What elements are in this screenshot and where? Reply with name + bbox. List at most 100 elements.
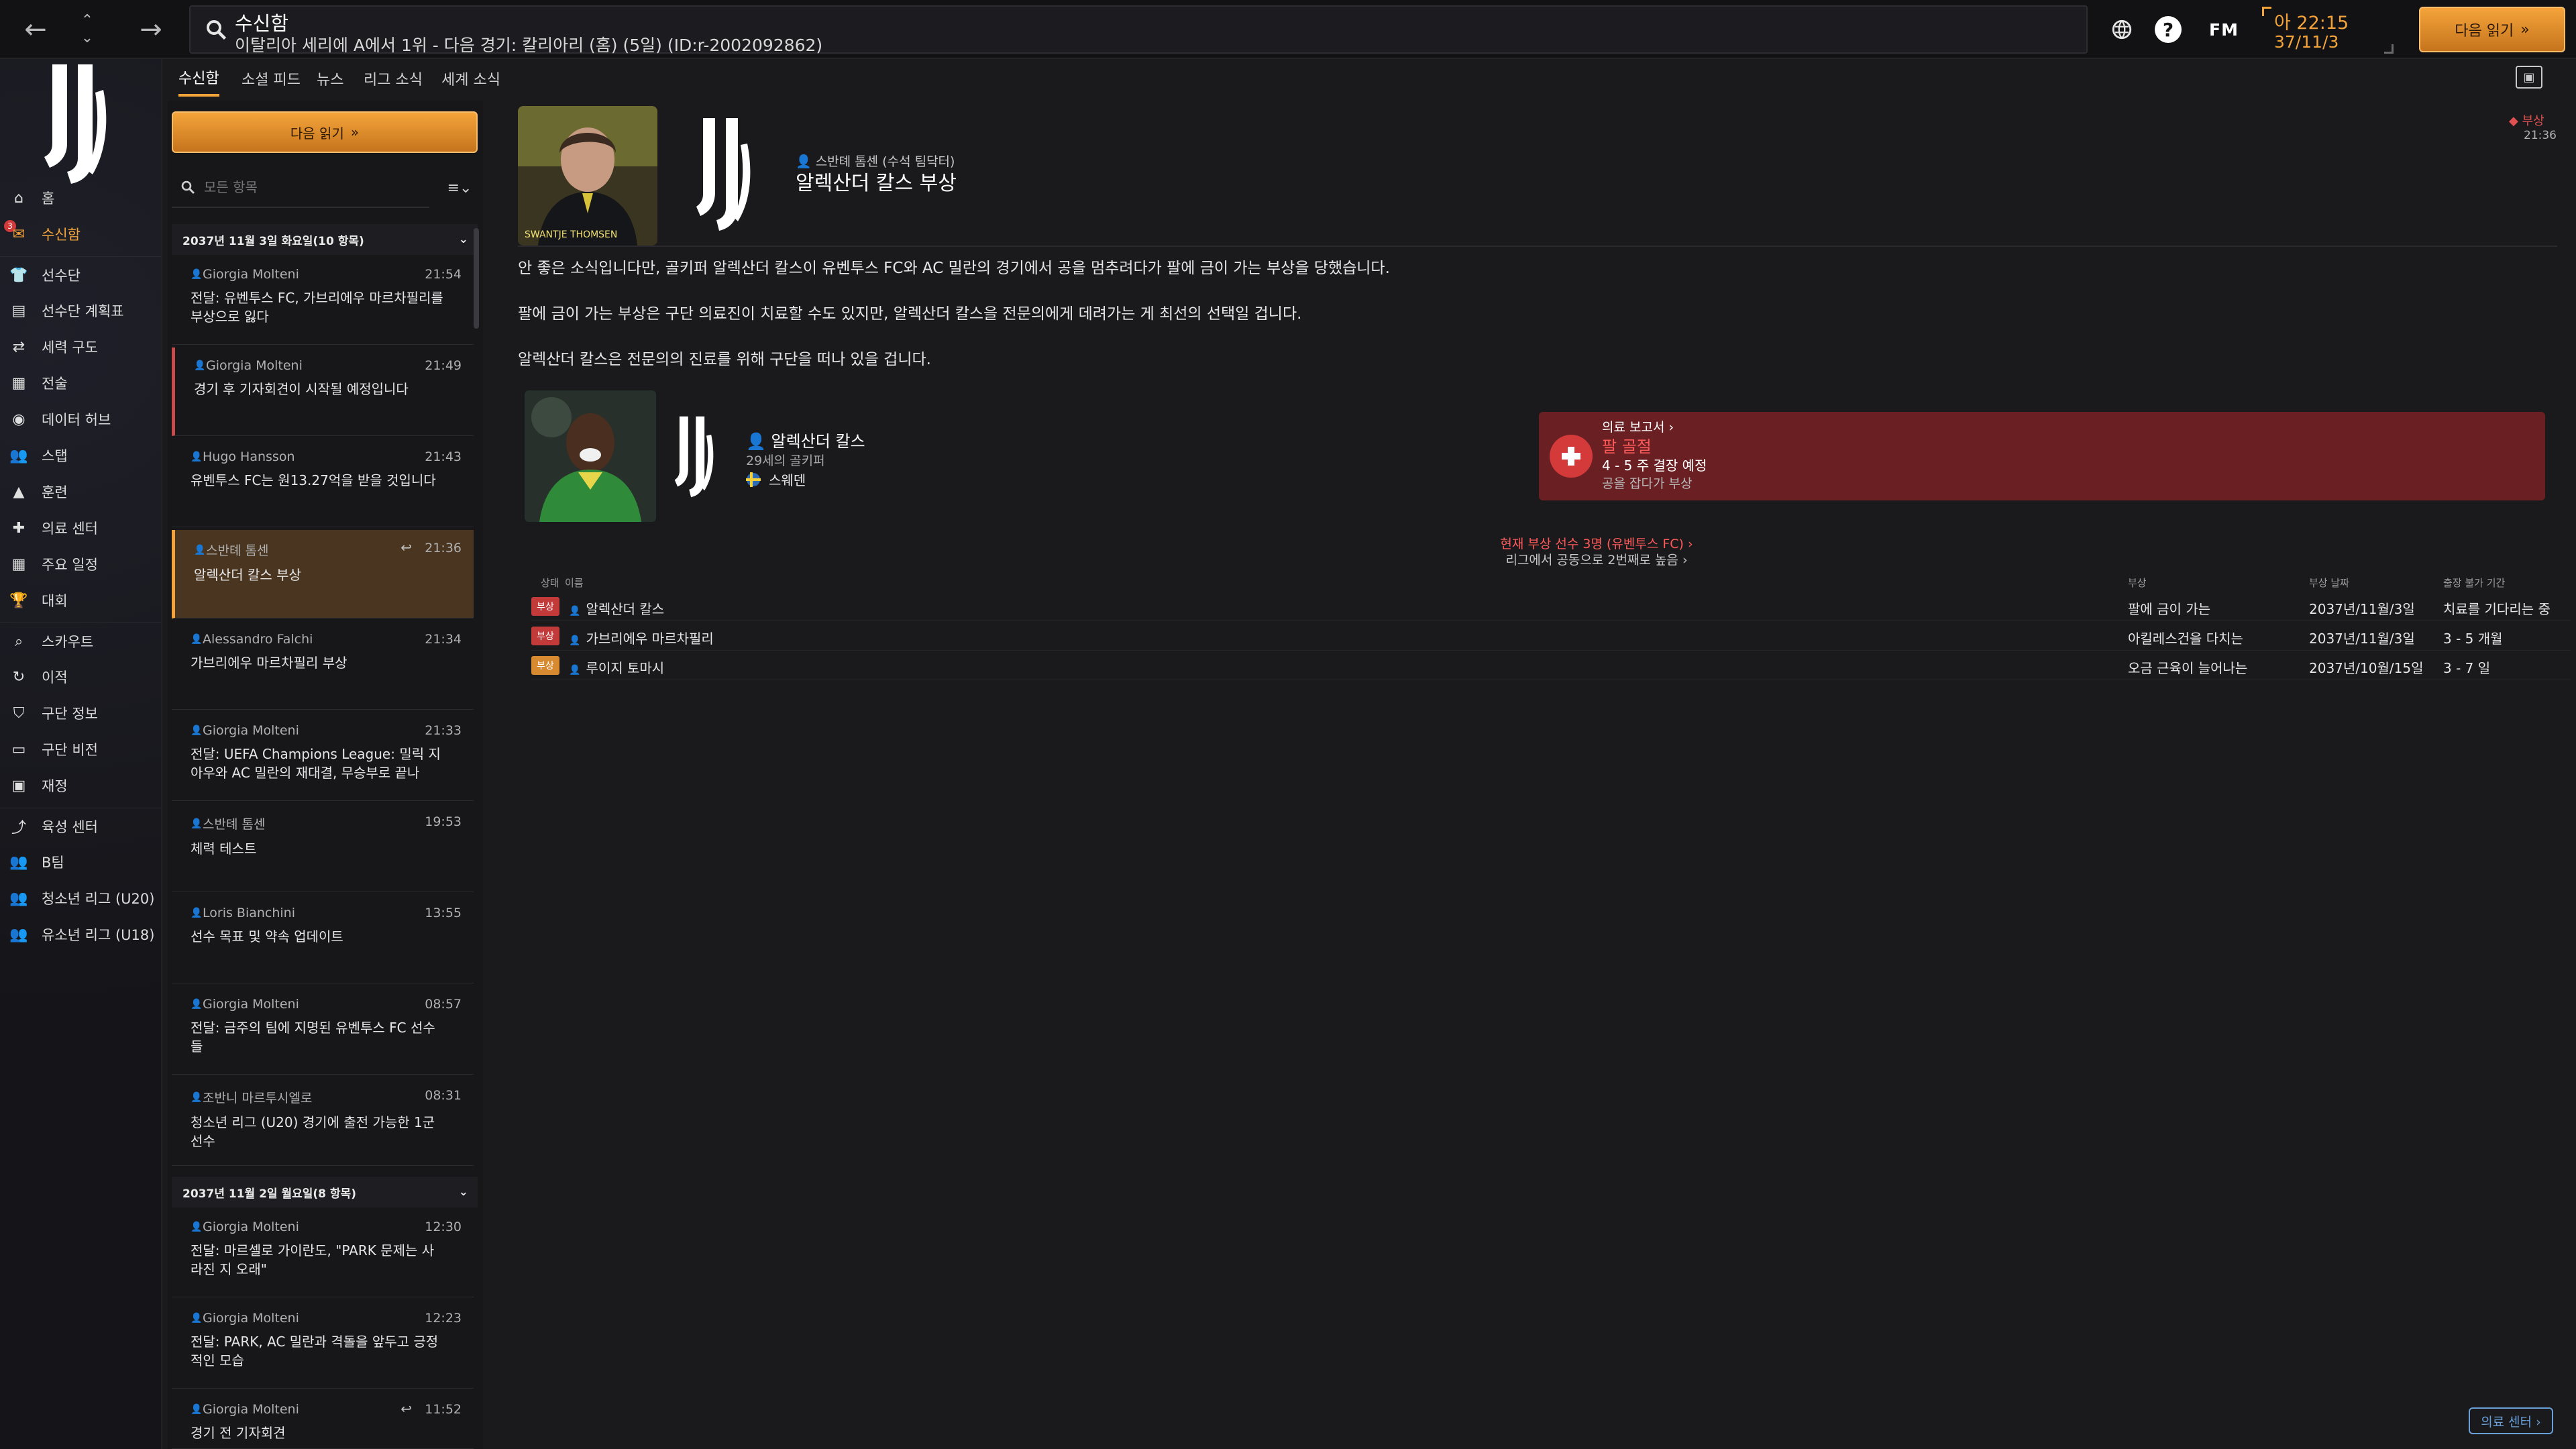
message-subject: 유벤투스 FC는 원13.27억을 받을 것입니다 (191, 472, 436, 488)
sidebar-item-training[interactable]: ▲ 훈련 (0, 474, 161, 510)
layout-view-icon[interactable]: ▣ (2516, 66, 2542, 89)
tab-world-news[interactable]: 세계 소식 (441, 60, 500, 97)
injury-note: 공을 잡다가 부상 (1602, 476, 1693, 491)
sidebar-item-data-hub[interactable]: ◉ 데이터 허브 (0, 401, 161, 437)
sidebar-item-tactics[interactable]: ▦ 전술 (0, 365, 161, 401)
league-rank-link[interactable]: 리그에서 공동으로 2번째로 높음 › (1167, 550, 2026, 568)
list-item[interactable]: 👤 Giorgia Molteni ↩ 11:52 경기 전 기자회견 (172, 1391, 474, 1449)
tab-league-news[interactable]: 리그 소식 (364, 60, 423, 97)
inbox-tabs: 수신함 소셜 피드 뉴스 리그 소식 세계 소식 (168, 60, 2576, 97)
list-item-selected[interactable]: 👤 스반톄 톰센 ↩ 21:36 알렉산더 칼스 부상 (172, 530, 474, 619)
message-sender: Giorgia Molteni (203, 723, 299, 738)
medical-center-button[interactable]: 의료 센터 › (2469, 1407, 2553, 1434)
double-chevron-icon: » (2520, 21, 2530, 38)
sidebar-item-competitions[interactable]: 🏆 대회 (0, 582, 161, 619)
message-time: 19:53 (425, 814, 462, 829)
club-logo[interactable] (671, 413, 729, 500)
sidebar-item-medical[interactable]: ✚ 의료 센터 (0, 510, 161, 546)
sidebar-item-u18[interactable]: 👥 유소년 리그 (U18) (0, 916, 161, 953)
player-name-link[interactable]: 👤 알렉산더 칼스 (746, 428, 865, 451)
column-header-injury[interactable]: 부상 (2128, 576, 2147, 590)
inbox-search-input[interactable] (204, 179, 419, 195)
sidebar-item-squad-planner[interactable]: ▤ 선수단 계획표 (0, 292, 161, 329)
sidebar-item-development[interactable]: ⤴ 육성 센터 (0, 808, 161, 844)
continue-button[interactable]: 다음 읽기 » (2419, 7, 2565, 52)
message-subject: 전달: 마르셀로 가이란도, "PARK 문제는 사라진 지 오래" (191, 1242, 435, 1277)
list-item[interactable]: 👤 스반톄 톰센 19:53 체력 테스트 (172, 804, 474, 892)
date-cell: 2037년/11월/3일 (2309, 601, 2415, 617)
list-item[interactable]: 👤 Giorgia Molteni 08:57 전달: 금주의 팀에 지명된 유벤… (172, 986, 474, 1075)
player-nation[interactable]: 스웨덴 (746, 470, 806, 489)
message-subject: 체력 테스트 (191, 841, 257, 857)
list-scrollbar[interactable] (474, 228, 479, 329)
tab-social-feed[interactable]: 소셜 피드 (241, 60, 301, 97)
injury-cell: 아킬레스건을 다치는 (2128, 631, 2243, 647)
list-item[interactable]: 👤 Hugo Hansson 21:43 유벤투스 FC는 원13.27억을 받을… (172, 439, 474, 527)
person-icon: 👤 (191, 1404, 203, 1415)
sidebar-item-finances[interactable]: ▣ 재정 (0, 767, 161, 804)
sidebar-item-dynamics[interactable]: ⇄ 세력 구도 (0, 329, 161, 365)
tab-news[interactable]: 뉴스 (317, 60, 343, 97)
help-icon[interactable]: ? (2155, 16, 2182, 43)
sidebar-item-club-info[interactable]: ⛉ 구단 정보 (0, 695, 161, 731)
up-down-chevron-icon[interactable]: ⌃ ⌄ (70, 0, 104, 59)
medical-cross-icon (1550, 435, 1593, 478)
list-item[interactable]: 👤 Giorgia Molteni 21:33 전달: UEFA Champion… (172, 712, 474, 801)
list-item[interactable]: 👤 조반니 마르투시엘로 08:31 청소년 리그 (U20) 경기에 출전 가능… (172, 1077, 474, 1166)
sidebar-item-staff[interactable]: 👥 스탭 (0, 437, 161, 474)
inbox-icon: ✉ (12, 225, 25, 243)
medical-report-link[interactable]: 의료 보고서 › (1602, 417, 1674, 435)
date-group-header[interactable]: 2037년 11월 2일 월요일(8 항목) ⌄ (172, 1177, 478, 1208)
person-icon: 👤 (569, 606, 581, 616)
sidebar-nav: ⌂ 홈 3 ✉ 수신함 👕 선수단 ▤ 선수단 계획표 ⇄ 세력 구도 ▦ 전술 ◉ 데이터 허… (0, 180, 161, 953)
sidebar-item-b-team[interactable]: 👥 B팀 (0, 844, 161, 880)
column-header-absence[interactable]: 출장 불가 기간 (2443, 576, 2505, 590)
player-name-cell[interactable]: 👤 가브리에우 마르차필리 (569, 628, 714, 647)
list-item[interactable]: 👤 Giorgia Molteni 21:49 경기 후 기자회견이 시작될 예정… (172, 347, 474, 436)
sidebar-item-label: 스카우트 (42, 633, 94, 650)
message-time: 08:31 (425, 1088, 462, 1103)
tab-inbox[interactable]: 수신함 (178, 60, 219, 97)
player-name-cell[interactable]: 👤 알렉산더 칼스 (569, 598, 664, 618)
list-item[interactable]: 👤 Giorgia Molteni 12:23 전달: PARK, AC 밀란과 … (172, 1300, 474, 1389)
fm-logo[interactable]: FM (2204, 15, 2243, 44)
sidebar-item-club-vision[interactable]: ▭ 구단 비전 (0, 731, 161, 767)
club-logo[interactable] (691, 114, 771, 235)
date-group-header[interactable]: 2037년 11월 3일 화요일(10 항목) ⌄ (172, 224, 478, 255)
search-icon (181, 180, 195, 195)
back-arrow-icon[interactable]: ← (12, 0, 59, 59)
list-item[interactable]: 👤 Loris Bianchini 13:55 선수 목표 및 약속 업데이트 (172, 895, 474, 983)
global-search-box[interactable]: 수신함 이탈리아 세리에 A에서 1위 - 다음 경기: 칼리아리 (홈) (5… (189, 5, 2088, 55)
sidebar-item-label: 구단 비전 (42, 742, 98, 758)
sidebar-item-home[interactable]: ⌂ 홈 (0, 180, 161, 216)
sidebar-item-scouting[interactable]: ⌕ 스카우트 (0, 623, 161, 659)
player-name-cell[interactable]: 👤 루이지 토마시 (569, 657, 664, 677)
injured-count-link[interactable]: 현재 부상 선수 3명 (유벤투스 FC) › (1167, 534, 2026, 552)
list-item[interactable]: 👤 Giorgia Molteni 21:54 전달: 유벤투스 FC, 가브리에… (172, 256, 474, 345)
filter-menu-icon[interactable]: ≡⌄ (441, 170, 478, 205)
club-logo[interactable] (38, 63, 131, 184)
column-header-status[interactable]: 상태 (541, 576, 559, 590)
sidebar: ⌂ 홈 3 ✉ 수신함 👕 선수단 ▤ 선수단 계획표 ⇄ 세력 구도 ▦ 전술 ◉ 데이터 허… (0, 59, 162, 1449)
table-row[interactable]: 부상 👤 알렉산더 칼스 팔에 금이 가는 2037년/11월/3일 치료를 기다… (531, 592, 2571, 621)
globe-icon[interactable] (2106, 15, 2137, 44)
sidebar-item-transfers[interactable]: ↻ 이적 (0, 659, 161, 695)
forward-arrow-icon[interactable]: → (127, 0, 174, 59)
game-clock[interactable]: 아 22:15 37/11/3 (2262, 5, 2394, 55)
sidebar-item-squad[interactable]: 👕 선수단 (0, 256, 161, 292)
sidebar-item-inbox[interactable]: 3 ✉ 수신함 (0, 216, 161, 252)
medical-report-card[interactable]: 의료 보고서 › 팔 골절 4 - 5 주 결장 예정 공을 잡다가 부상 (1539, 412, 2545, 500)
table-row[interactable]: 부상 👤 가브리에우 마르차필리 아킬레스건을 다치는 2037년/11월/3일 … (531, 621, 2571, 651)
list-item[interactable]: 👤 Alessandro Falchi 21:34 가브리에우 마르차필리 부상 (172, 621, 474, 710)
person-icon: 👤 (569, 635, 581, 646)
sidebar-item-u20[interactable]: 👥 청소년 리그 (U20) (0, 880, 161, 916)
sender-photo[interactable]: SWANTJE THOMSEN (518, 106, 657, 246)
list-item[interactable]: 👤 Giorgia Molteni 12:30 전달: 마르셀로 가이란도, "P… (172, 1209, 474, 1297)
column-header-name[interactable]: 이름 (565, 576, 584, 590)
table-row[interactable]: 부상 👤 루이지 토마시 오금 근육이 늘어나는 2037년/10월/15일 3 … (531, 651, 2571, 680)
player-photo[interactable] (525, 390, 656, 522)
column-header-date[interactable]: 부상 날짜 (2309, 576, 2349, 590)
sidebar-item-schedule[interactable]: ▦ 주요 일정 (0, 546, 161, 582)
date-group-label: 2037년 11월 2일 월요일(8 항목) (182, 1187, 356, 1201)
read-next-button[interactable]: 다음 읽기 » (172, 111, 478, 153)
